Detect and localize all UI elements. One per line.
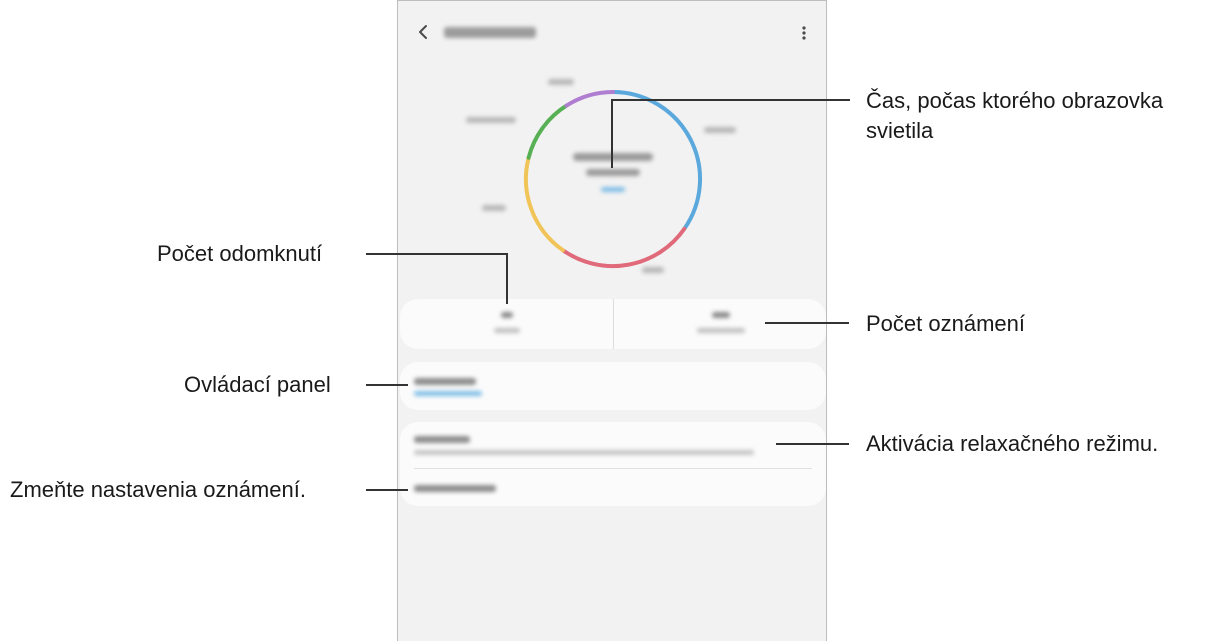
notifications-label (696, 328, 745, 333)
unlocks-count (500, 312, 513, 318)
phone-screen (397, 0, 827, 641)
settings-card (400, 422, 826, 506)
dashboard-card[interactable] (400, 362, 826, 410)
ring-segment-yellow (523, 155, 565, 253)
unlocks-callout: Počet odomknutí (157, 241, 323, 266)
screen-time-callout-line2: svietila (866, 118, 934, 143)
notification-settings-row[interactable] (400, 469, 826, 506)
notifications-count (711, 312, 730, 318)
total-time-unit (586, 169, 640, 176)
stats-card (400, 299, 826, 349)
more-vertical-icon[interactable] (800, 23, 808, 43)
annotated-screenshot: Čas, počas ktorého obrazovka svietila Po… (0, 0, 1213, 641)
app-bar-title (444, 27, 536, 38)
wind-down-description (414, 450, 754, 455)
wind-down-title (414, 436, 470, 443)
app-bar (398, 15, 826, 51)
app-label (482, 205, 506, 211)
total-time-value (573, 153, 653, 161)
notification-settings-title (414, 485, 496, 492)
app-label (548, 79, 574, 85)
screen-time-callout-line1: Čas, počas ktorého obrazovka (866, 88, 1164, 113)
notifications-callout: Počet oznámení (866, 311, 1025, 336)
app-label (642, 267, 664, 273)
details-link (601, 187, 625, 192)
app-label (466, 117, 516, 123)
unlocks-label (493, 328, 520, 333)
screen-time-callout: Čas, počas ktorého obrazovka svietila (866, 86, 1163, 146)
app-label (704, 127, 736, 133)
unlocks-stat[interactable] (400, 299, 613, 349)
dashboard-subtitle (414, 391, 482, 396)
chevron-left-icon[interactable] (414, 22, 432, 42)
notifications-stat[interactable] (613, 299, 826, 349)
wind-down-row[interactable] (400, 422, 826, 468)
wind-down-callout: Aktivácia relaxačného režimu. (866, 431, 1159, 456)
dashboard-title (414, 378, 476, 385)
ring-segment-red (560, 226, 687, 269)
notification-settings-callout: Zmeňte nastavenia oznámení. (10, 477, 306, 502)
ring-segment-green (526, 103, 569, 160)
usage-ring (523, 90, 703, 269)
ring-segment-purple (564, 90, 615, 108)
dashboard-callout: Ovládací panel (184, 372, 331, 397)
screen-time-chart[interactable] (398, 61, 826, 301)
